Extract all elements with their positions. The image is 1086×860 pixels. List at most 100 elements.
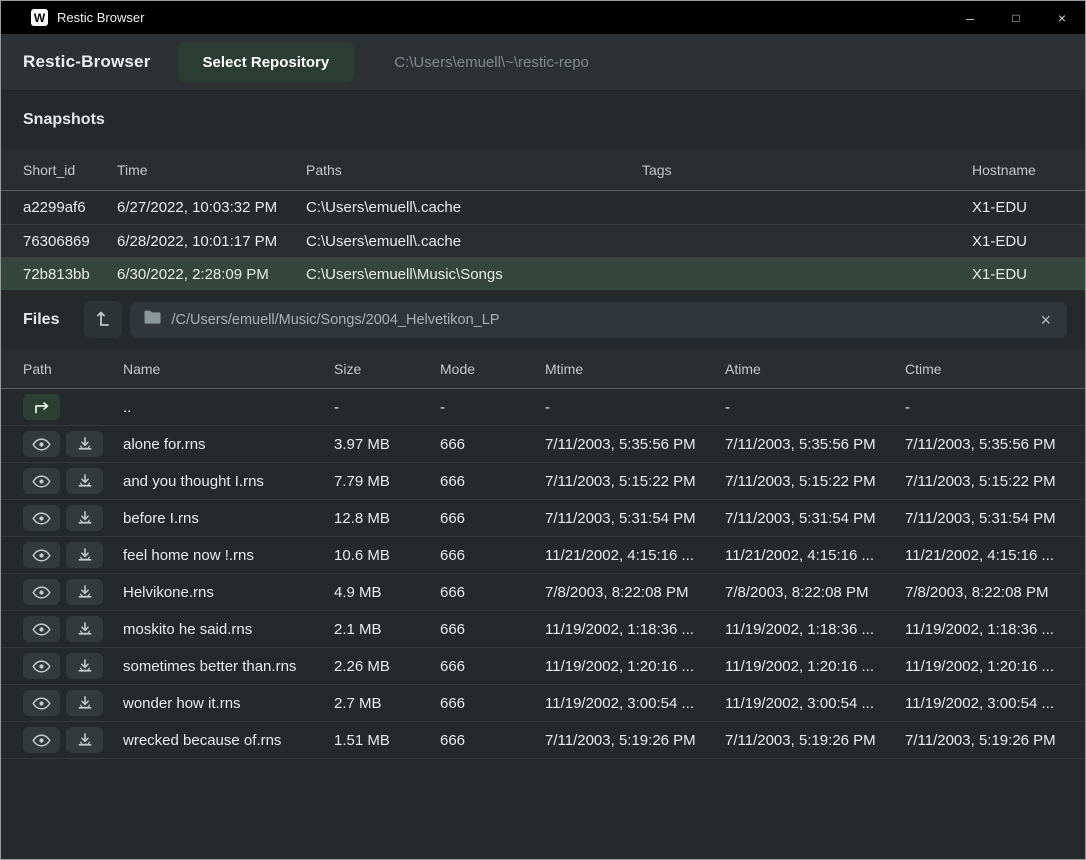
file-row: moskito he said.rns 2.1 MB 666 11/19/200… xyxy=(1,611,1085,648)
app-header: Restic-Browser Select Repository C:\User… xyxy=(1,34,1085,91)
preview-file-button[interactable] xyxy=(23,542,60,568)
preview-file-button[interactable] xyxy=(23,690,60,716)
app-logo-icon: W xyxy=(31,9,48,26)
snapshot-time: 6/30/2022, 2:28:09 PM xyxy=(117,266,306,283)
snapshot-short-id: 72b813bb xyxy=(23,266,117,283)
repository-path: C:\Users\emuell\~\restic-repo xyxy=(394,54,589,71)
file-row: wrecked because of.rns 1.51 MB 666 7/11/… xyxy=(1,722,1085,759)
titlebar: W Restic Browser – □ × xyxy=(1,1,1085,34)
download-file-button[interactable] xyxy=(66,690,103,716)
col-tags: Tags xyxy=(642,162,972,178)
file-name: sometimes better than.rns xyxy=(123,658,334,675)
close-button[interactable]: × xyxy=(1039,1,1085,34)
preview-file-button[interactable] xyxy=(23,431,60,457)
snapshots-section-header: Snapshots xyxy=(1,91,1085,149)
eye-icon xyxy=(32,438,51,451)
snapshot-paths: C:\Users\emuell\Music\Songs xyxy=(306,266,642,283)
file-atime: 11/19/2002, 3:00:54 ... xyxy=(725,695,905,712)
file-name: before I.rns xyxy=(123,510,334,527)
maximize-button[interactable]: □ xyxy=(993,1,1039,34)
file-ctime: 7/11/2003, 5:19:26 PM xyxy=(905,732,1067,749)
file-size: 1.51 MB xyxy=(334,732,440,749)
file-size: 3.97 MB xyxy=(334,436,440,453)
file-size: 4.9 MB xyxy=(334,584,440,601)
file-row: alone for.rns 3.97 MB 666 7/11/2003, 5:3… xyxy=(1,426,1085,463)
download-icon xyxy=(78,696,92,710)
file-mode: 666 xyxy=(440,584,545,601)
file-row: Helvikone.rns 4.9 MB 666 7/8/2003, 8:22:… xyxy=(1,574,1085,611)
snapshot-hostname: X1-EDU xyxy=(972,266,1067,283)
snapshots-table-header: Short_id Time Paths Tags Hostname xyxy=(1,149,1085,191)
download-file-button[interactable] xyxy=(66,653,103,679)
select-repository-button[interactable]: Select Repository xyxy=(178,42,355,82)
file-atime: 7/11/2003, 5:35:56 PM xyxy=(725,436,905,453)
file-mtime: 11/19/2002, 1:20:16 ... xyxy=(545,658,725,675)
download-file-button[interactable] xyxy=(66,431,103,457)
preview-file-button[interactable] xyxy=(23,727,60,753)
file-ctime: - xyxy=(905,399,1067,416)
eye-icon xyxy=(32,512,51,525)
tree-view-toggle-button[interactable] xyxy=(84,301,122,338)
download-icon xyxy=(78,585,92,599)
preview-file-button[interactable] xyxy=(23,653,60,679)
col-time: Time xyxy=(117,162,306,178)
parent-directory-row: .. - - - - - xyxy=(1,389,1085,426)
download-file-button[interactable] xyxy=(66,616,103,642)
file-row: feel home now !.rns 10.6 MB 666 11/21/20… xyxy=(1,537,1085,574)
up-directory-button[interactable] xyxy=(23,394,60,420)
preview-file-button[interactable] xyxy=(23,505,60,531)
col-hostname: Hostname xyxy=(972,162,1067,178)
snapshot-row[interactable]: a2299af6 6/27/2022, 10:03:32 PM C:\Users… xyxy=(1,191,1085,224)
up-arrow-icon xyxy=(33,401,50,414)
col-path: Path xyxy=(23,361,123,377)
preview-file-button[interactable] xyxy=(23,616,60,642)
eye-icon xyxy=(32,660,51,673)
eye-icon xyxy=(32,623,51,636)
file-name: Helvikone.rns xyxy=(123,584,334,601)
snapshots-title: Snapshots xyxy=(23,111,105,129)
snapshot-row[interactable]: 76306869 6/28/2022, 10:01:17 PM C:\Users… xyxy=(1,224,1085,257)
file-ctime: 11/21/2002, 4:15:16 ... xyxy=(905,547,1067,564)
col-atime: Atime xyxy=(725,361,905,377)
file-mtime: 7/11/2003, 5:31:54 PM xyxy=(545,510,725,527)
file-mtime: - xyxy=(545,399,725,416)
file-ctime: 11/19/2002, 1:18:36 ... xyxy=(905,621,1067,638)
preview-file-button[interactable] xyxy=(23,468,60,494)
download-icon xyxy=(78,511,92,525)
file-atime: 7/8/2003, 8:22:08 PM xyxy=(725,584,905,601)
file-size: - xyxy=(334,399,440,416)
snapshot-time: 6/28/2022, 10:01:17 PM xyxy=(117,233,306,250)
download-icon xyxy=(78,548,92,562)
file-size: 2.7 MB xyxy=(334,695,440,712)
snapshot-hostname: X1-EDU xyxy=(972,233,1067,250)
minimize-button[interactable]: – xyxy=(947,1,993,34)
file-row: and you thought I.rns 7.79 MB 666 7/11/2… xyxy=(1,463,1085,500)
col-mtime: Mtime xyxy=(545,361,725,377)
eye-icon xyxy=(32,475,51,488)
file-mtime: 7/8/2003, 8:22:08 PM xyxy=(545,584,725,601)
files-section-header: Files /C/Users/emuell/Music/Songs/2004_H… xyxy=(1,290,1085,349)
snapshot-row[interactable]: 72b813bb 6/30/2022, 2:28:09 PM C:\Users\… xyxy=(1,257,1085,290)
preview-file-button[interactable] xyxy=(23,579,60,605)
file-row: wonder how it.rns 2.7 MB 666 11/19/2002,… xyxy=(1,685,1085,722)
col-name: Name xyxy=(123,361,334,377)
file-row: sometimes better than.rns 2.26 MB 666 11… xyxy=(1,648,1085,685)
close-icon[interactable]: × xyxy=(1038,311,1053,329)
files-table-header: Path Name Size Mode Mtime Atime Ctime xyxy=(1,349,1085,389)
col-size: Size xyxy=(334,361,440,377)
file-mtime: 11/19/2002, 1:18:36 ... xyxy=(545,621,725,638)
eye-icon xyxy=(32,549,51,562)
file-mode: 666 xyxy=(440,658,545,675)
snapshot-short-id: a2299af6 xyxy=(23,199,117,216)
file-atime: 7/11/2003, 5:15:22 PM xyxy=(725,473,905,490)
current-path-bar[interactable]: /C/Users/emuell/Music/Songs/2004_Helveti… xyxy=(130,302,1067,338)
download-file-button[interactable] xyxy=(66,727,103,753)
eye-icon xyxy=(32,697,51,710)
download-file-button[interactable] xyxy=(66,468,103,494)
file-atime: 11/21/2002, 4:15:16 ... xyxy=(725,547,905,564)
download-file-button[interactable] xyxy=(66,542,103,568)
files-table-body: alone for.rns 3.97 MB 666 7/11/2003, 5:3… xyxy=(1,426,1085,759)
file-ctime: 11/19/2002, 3:00:54 ... xyxy=(905,695,1067,712)
download-file-button[interactable] xyxy=(66,579,103,605)
download-file-button[interactable] xyxy=(66,505,103,531)
